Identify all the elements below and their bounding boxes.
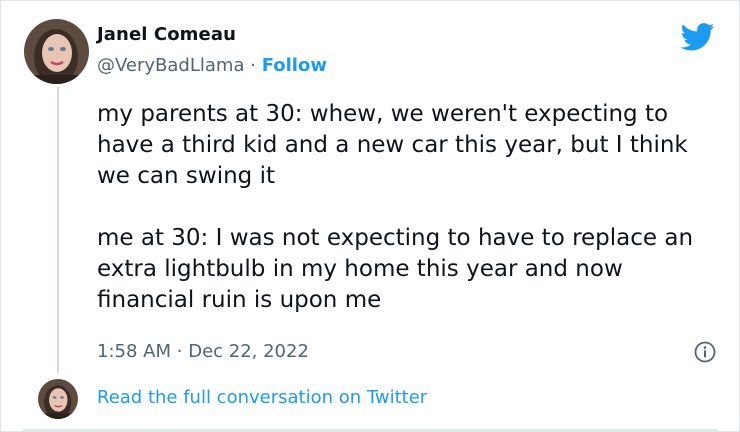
tweet-time: 1:58 AM xyxy=(97,341,171,362)
avatar-image xyxy=(38,379,78,419)
read-full-conversation-link[interactable]: Read the full conversation on Twitter xyxy=(97,387,427,408)
handle-separator: · xyxy=(250,55,256,76)
twitter-bird-icon[interactable] xyxy=(681,23,715,51)
author-handle[interactable]: @VeryBadLlama xyxy=(97,55,244,76)
avatar[interactable] xyxy=(24,19,89,84)
thread-line xyxy=(57,87,59,373)
tweet-text: my parents at 30: whew, we weren't expec… xyxy=(97,99,717,316)
tweet-card: Janel Comeau @VeryBadLlama · Follow my p… xyxy=(0,0,740,432)
tweet-timestamp[interactable]: 1:58 AM · Dec 22, 2022 xyxy=(97,341,309,362)
info-icon[interactable] xyxy=(693,340,717,364)
timestamp-separator: · xyxy=(176,341,183,362)
author-handle-row: @VeryBadLlama · Follow xyxy=(97,55,327,76)
tweet-paragraph: my parents at 30: whew, we weren't expec… xyxy=(97,101,688,189)
avatar-image xyxy=(24,19,89,84)
follow-button[interactable]: Follow xyxy=(262,55,327,76)
divider xyxy=(23,429,717,431)
reply-avatar[interactable] xyxy=(38,379,78,419)
tweet-date: Dec 22, 2022 xyxy=(188,341,309,362)
author-name[interactable]: Janel Comeau xyxy=(97,24,236,45)
tweet-paragraph: me at 30: I was not expecting to have to… xyxy=(97,225,694,313)
